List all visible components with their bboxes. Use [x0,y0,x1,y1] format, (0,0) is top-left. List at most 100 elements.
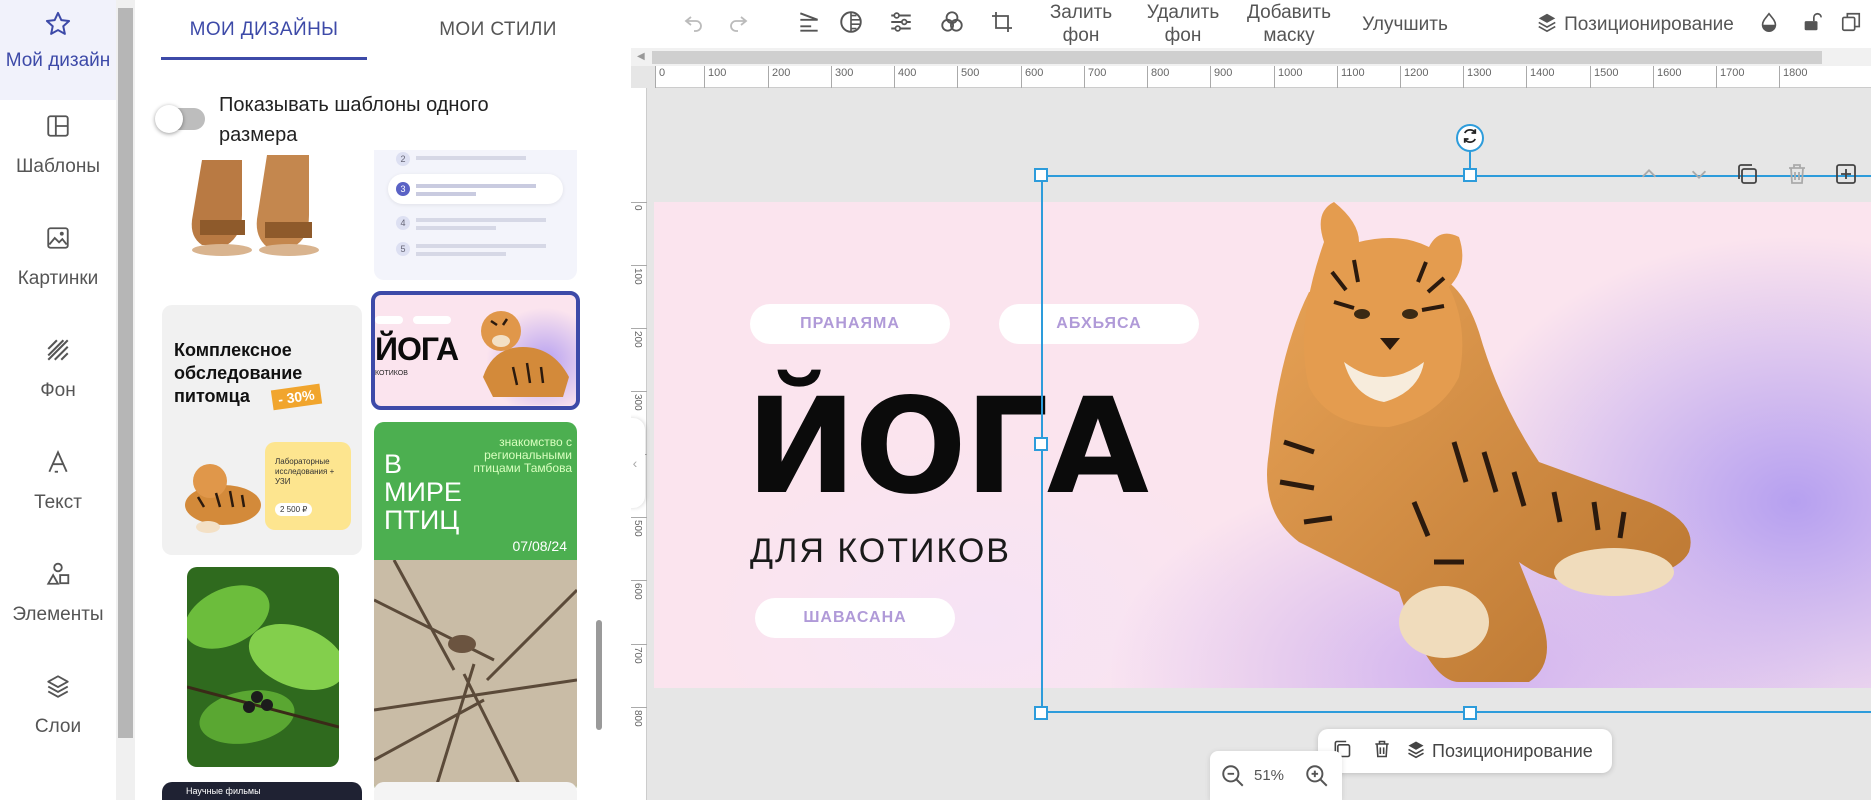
contrast-icon [838,9,864,40]
tab-label: МОИ СТИЛИ [439,19,557,40]
duplicate-button[interactable] [1833,0,1869,48]
add-mask-label: Добавить маску [1247,2,1331,46]
align-button[interactable] [791,0,827,48]
nav-item-background[interactable]: Фон [0,326,116,426]
nav-scrollbar-thumb[interactable] [118,8,133,738]
template-card-list[interactable]: 2 3 4 5 [374,150,577,280]
sliders-icon [888,9,914,40]
template-card-birds[interactable]: В МИРЕ ПТИЦ знакомство с региональными п… [374,422,577,794]
duplicate-element-button[interactable] [1731,160,1763,192]
plus-box-icon [1834,162,1858,191]
nav-item-text[interactable]: Текст [0,438,116,538]
ctx-delete-button[interactable] [1366,735,1398,767]
nav-item-images[interactable]: Картинки [0,214,116,314]
pill-shavasana[interactable]: ШАВАСАНА [755,598,955,638]
nav-item-layers[interactable]: Слои [0,662,116,762]
scroll-left-icon[interactable]: ◀ [637,51,645,62]
template-icon [44,112,72,140]
positioning-button[interactable]: Позиционирование [1508,0,1762,48]
tiger-image [185,464,261,533]
ruler-tick: 1300 [1463,66,1491,88]
shapes-icon [44,560,72,588]
ruler-tick: 1000 [1274,66,1302,88]
tab-my-designs[interactable]: МОИ ДИЗАЙНЫ [161,0,367,60]
list-line [416,156,526,160]
panel-collapse-handle[interactable]: ‹ [631,418,645,508]
improve-button[interactable]: Улучшить [1355,0,1455,48]
nav-item-label: Слои [34,716,82,737]
ctx-positioning-button[interactable]: Позиционирование [1406,735,1593,767]
fill-background-label: Залить фон [1049,2,1113,46]
ruler-tick: 100 [704,66,726,88]
fill-background-button[interactable]: Залить фон [1041,0,1121,48]
remove-background-button[interactable]: Удалить фон [1139,0,1227,48]
nav-item-elements[interactable]: Элементы [0,550,116,650]
top-toolbar: Залить фон Удалить фон Добавить маску Ул… [631,0,1871,48]
unlock-icon [1801,11,1823,38]
template-card-yoga[interactable]: ЙОГА КОТИКОВ [371,291,580,410]
zoom-control: 51% [1210,751,1342,800]
zoom-out-button[interactable] [1220,763,1246,789]
design-title[interactable]: ЙОГА [746,372,1149,522]
ruler-tick: 700 [1084,66,1106,88]
crop-button[interactable] [984,0,1020,48]
delete-element-button[interactable] [1781,160,1813,192]
contrast-button[interactable] [833,0,869,48]
same-size-toggle-label: Показывать шаблоны одного размера [219,94,489,146]
adjust-button[interactable] [883,0,919,48]
rotate-handle[interactable] [1456,124,1484,152]
opacity-button[interactable] [1751,0,1787,48]
ruler-tick: 800 [1147,66,1169,88]
zoom-in-button[interactable] [1304,763,1330,789]
canvas-hscroll-thumb[interactable] [652,51,1822,64]
resize-handle-left[interactable] [1034,437,1048,451]
nav-item-templates[interactable]: Шаблоны [0,102,116,202]
layers-icon [44,672,72,700]
ruler-tick: 1700 [1716,66,1744,88]
move-down-button[interactable] [1683,160,1715,192]
add-element-button[interactable] [1830,160,1862,192]
filters-button[interactable] [934,0,970,48]
add-mask-button[interactable]: Добавить маску [1239,0,1339,48]
zoom-out-icon [1220,765,1246,793]
chevron-left-icon: ‹ [632,455,638,471]
tab-my-styles[interactable]: МОИ СТИЛИ [392,0,604,60]
template-card-films[interactable]: Научные фильмы [162,782,362,800]
resize-handle-top-left[interactable] [1034,168,1048,182]
remove-background-label: Удалить фон [1146,2,1220,46]
ruler-tick: 800 [631,707,647,727]
pill-abhyasa[interactable]: АБХЬЯСА [999,304,1199,344]
star-icon [44,10,72,38]
redo-button[interactable] [720,0,756,48]
same-size-toggle[interactable] [155,105,205,133]
template-card-boots[interactable] [162,150,362,270]
resize-handle-bottom[interactable] [1463,706,1477,720]
design-artboard[interactable]: ПРАНАЯМА АБХЬЯСА ШАВАСАНА ЙОГА ДЛЯ КОТИК… [654,202,1871,688]
panel-scrollbar[interactable] [594,150,604,730]
design-subtitle[interactable]: ДЛЯ КОТИКОВ [750,532,1011,571]
pet-price: 2 500 ₽ [275,503,313,516]
ruler-tick: 600 [1021,66,1043,88]
canvas-workspace: Залить фон Удалить фон Добавить маску Ул… [631,0,1871,800]
template-card-pet-clinic[interactable]: Комплексное обследование питомца - 30% Л… [162,305,362,555]
text-icon [44,448,72,476]
horizontal-ruler: 0 100 200 300 400 500 600 700 800 900 10… [655,66,1871,88]
resize-handle-bottom-left[interactable] [1034,706,1048,720]
panel-scrollbar-thumb[interactable] [596,620,602,730]
nav-scrollbar[interactable] [116,0,135,800]
list-number: 2 [396,152,410,166]
nav-item-my-design[interactable]: Мой дизайн [0,0,116,100]
template-card-leaves[interactable] [187,567,339,767]
move-up-button[interactable] [1633,160,1665,192]
leaves-photo [187,567,339,767]
lock-button[interactable] [1794,0,1830,48]
resize-handle-top[interactable] [1463,168,1477,182]
template-card-light[interactable] [374,782,577,800]
undo-button[interactable] [676,0,712,48]
pill-pranayama[interactable]: ПРАНАЯМА [750,304,950,344]
list-number: 4 [396,216,410,230]
ruler-tick: 300 [831,66,853,88]
mini-pill [375,316,403,324]
canvas-hscroll[interactable]: ◀ [631,48,1871,66]
tiger-image[interactable] [1214,202,1754,688]
